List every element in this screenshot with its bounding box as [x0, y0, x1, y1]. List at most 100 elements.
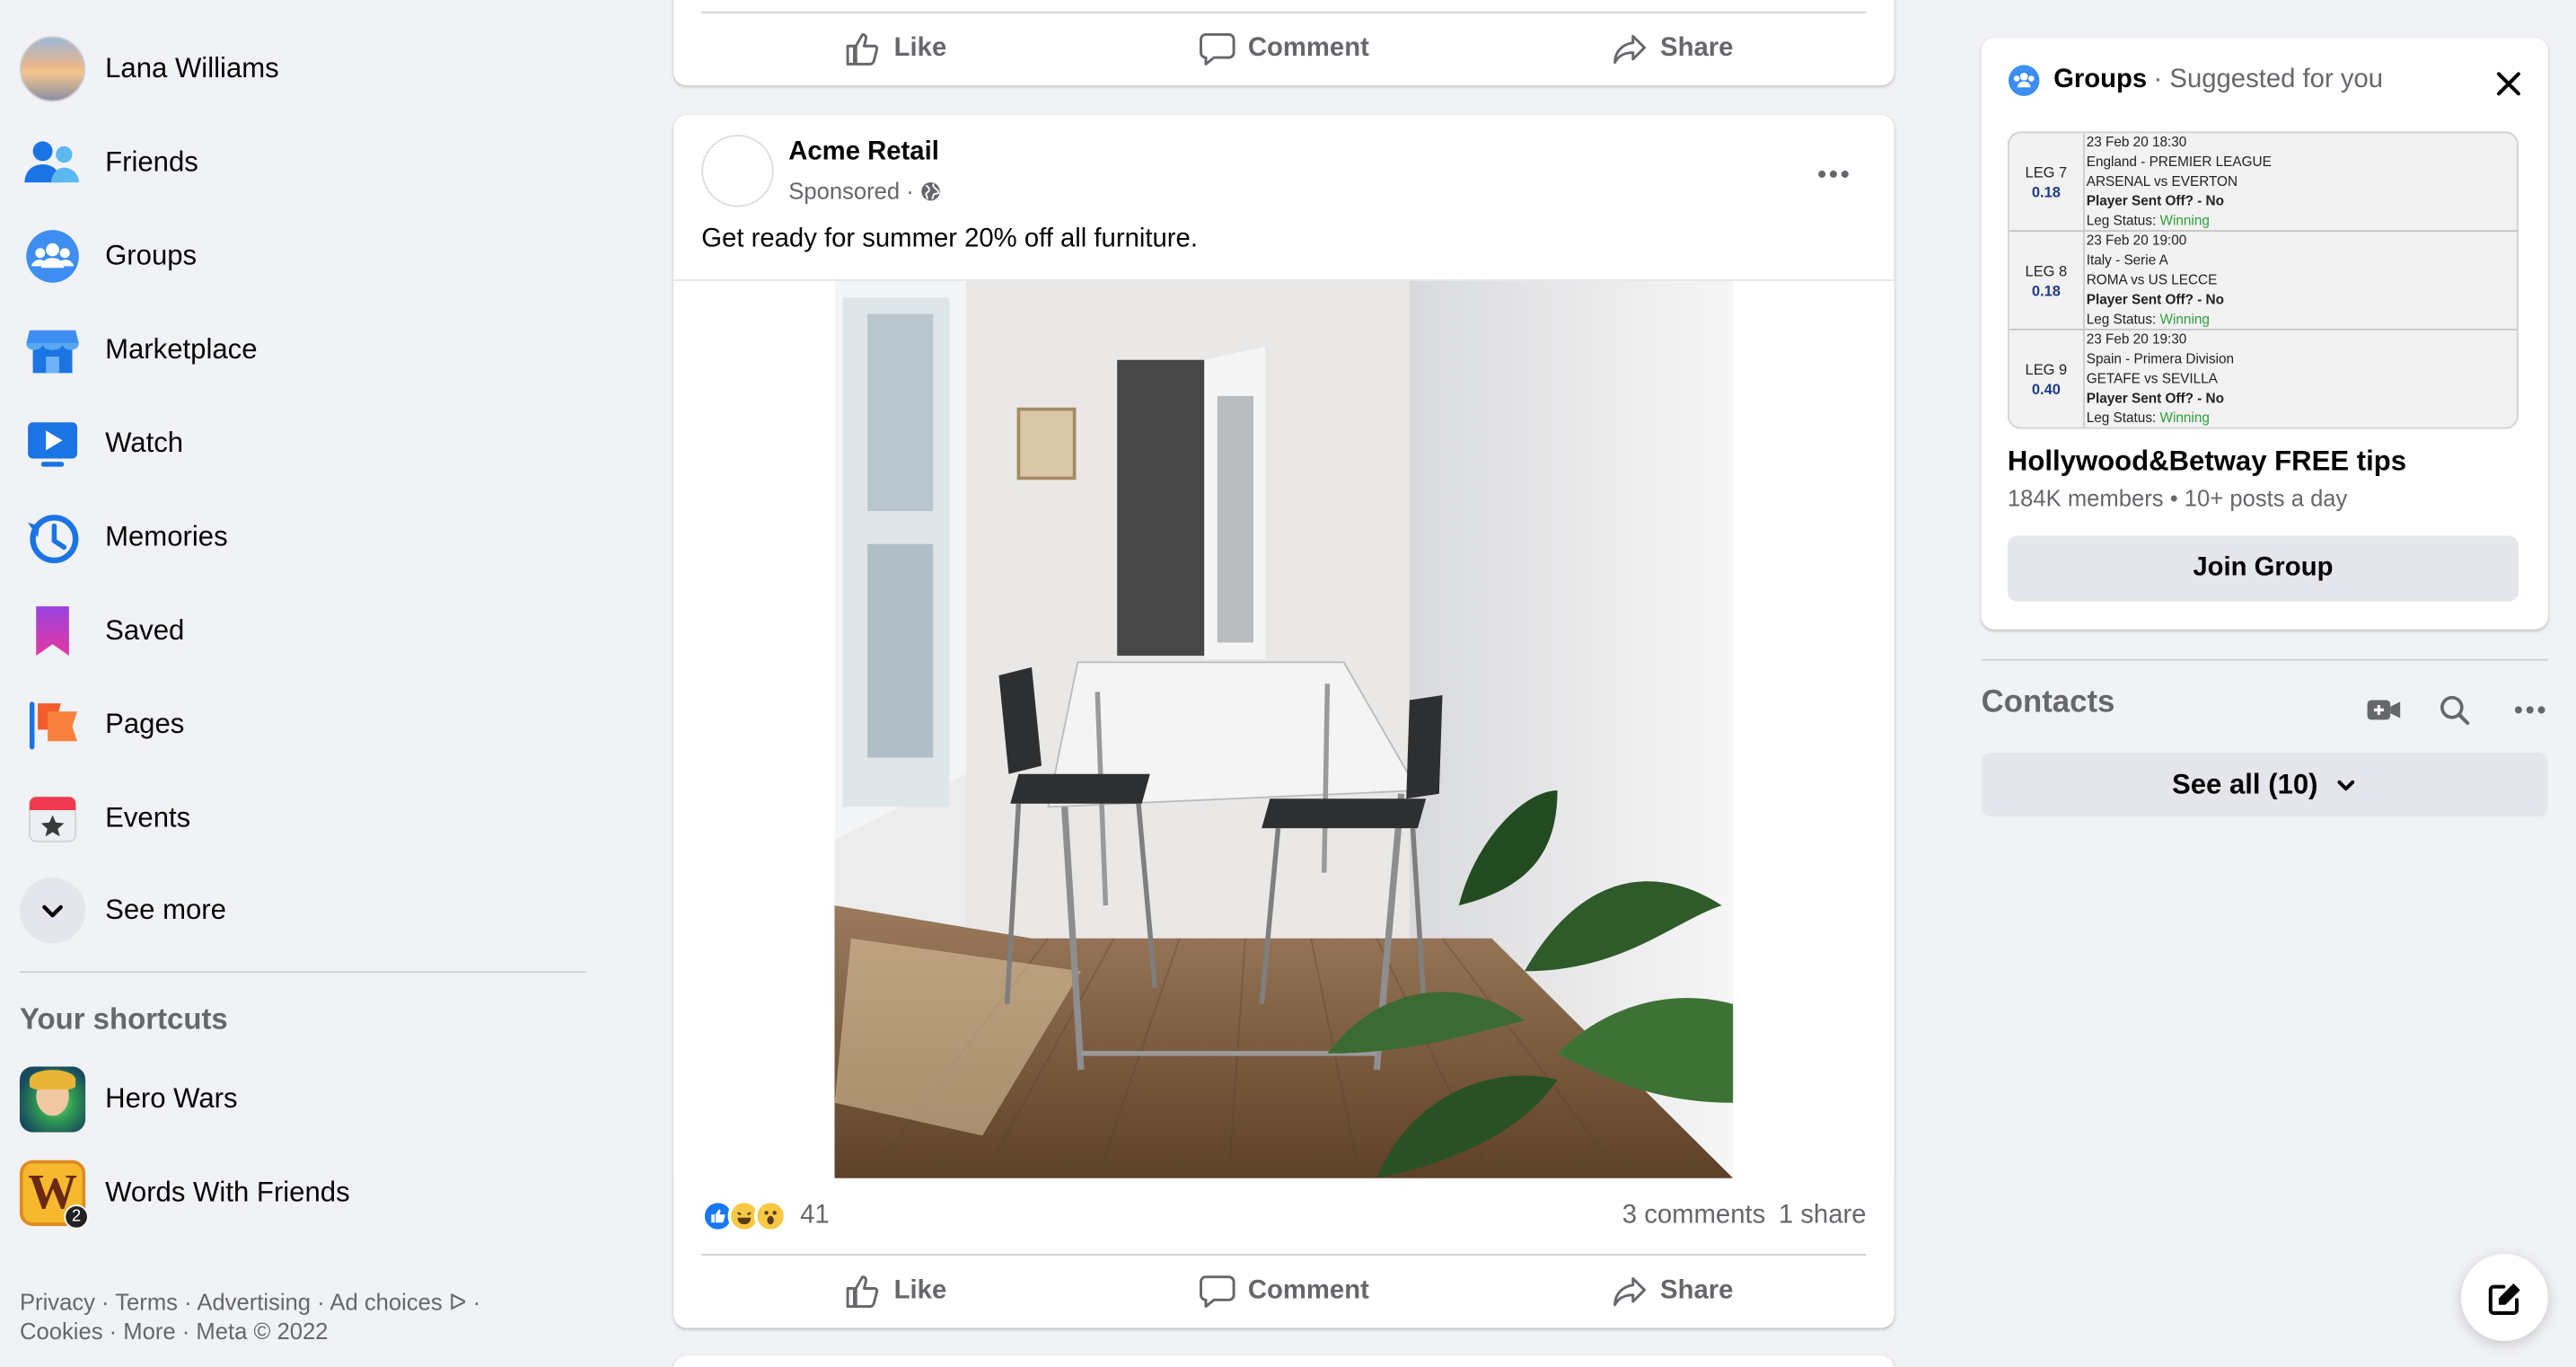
shortcut-label: Words With Friends [105, 1177, 350, 1208]
groups-title: Groups [2053, 66, 2148, 94]
sidebar-item-marketplace[interactable]: Marketplace [16, 309, 591, 391]
new-message-button[interactable] [2460, 1254, 2548, 1342]
reactions-bar: 41 3 comments 1 share [701, 1195, 1867, 1238]
comments-count[interactable]: 3 comments [1622, 1202, 1765, 1231]
chevron-down-icon [2337, 780, 2354, 790]
sidebar-item-label: Groups [105, 240, 198, 271]
groups-icon [20, 224, 85, 289]
marketplace-icon [20, 317, 85, 383]
share-label: Share [1660, 33, 1734, 62]
post-author[interactable]: Acme Retail [788, 138, 939, 168]
sidebar-item-pages[interactable]: Pages [16, 684, 591, 765]
post-actions: Like Comment Share [701, 1254, 1867, 1327]
sidebar-item-label: Friends [105, 146, 198, 178]
left-sidebar: Lana Williams Friends Groups Marketplace… [0, 0, 608, 1367]
sidebar-item-label: Watch [105, 427, 184, 459]
comment-icon [1199, 1274, 1235, 1308]
see-all-label: See all (10) [2172, 768, 2318, 800]
shortcuts-title: Your shortcuts [19, 1002, 228, 1036]
sidebar-item-memories[interactable]: Memories [16, 497, 591, 578]
share-label: Share [1660, 1275, 1734, 1304]
suggested-group-card: Groups · Suggested for you LEG 7 0.18 23 … [1981, 38, 2548, 630]
like-button[interactable]: Like [701, 1256, 1089, 1327]
share-button[interactable]: Share [1478, 1256, 1866, 1327]
sidebar-item-events[interactable]: Events [16, 777, 591, 859]
thumbs-up-icon [846, 1274, 879, 1308]
wow-reaction-icon [753, 1199, 787, 1233]
post-subtitle: Sponsored · [788, 178, 942, 204]
sidebar-item-friends[interactable]: Friends [16, 121, 591, 203]
sidebar-item-label: Lana Williams [105, 52, 279, 84]
shares-count[interactable]: 1 share [1779, 1202, 1867, 1231]
sidebar-item-profile[interactable]: Lana Williams [16, 28, 591, 110]
more-options-icon[interactable] [1804, 158, 1863, 191]
bet-leg: LEG 8 0.18 23 Feb 20 19:00 Italy - Serie … [2009, 231, 2518, 331]
events-icon [20, 786, 85, 851]
search-icon[interactable] [2435, 690, 2475, 729]
like-button[interactable]: Like [701, 13, 1089, 84]
new-room-icon[interactable] [2364, 690, 2404, 729]
shortcut-label: Hero Wars [105, 1082, 238, 1115]
pages-icon [20, 692, 85, 757]
sidebar-item-label: Memories [105, 521, 228, 552]
sidebar-item-label: Marketplace [105, 333, 258, 366]
sidebar-divider [19, 971, 587, 974]
suggested-subtitle: · Suggested for you [2153, 66, 2384, 94]
footer-line-1[interactable]: Privacy · Terms · Advertising · Ad choic… [20, 1287, 578, 1317]
share-icon [1613, 1276, 1646, 1306]
hero-wars-icon [19, 1066, 86, 1133]
sidebar-item-label: Events [105, 801, 191, 833]
right-divider [1981, 658, 2548, 661]
friends-icon [20, 130, 85, 196]
like-label: Like [893, 33, 947, 62]
facebook-feed-page: Lana Williams Friends Groups Marketplace… [0, 0, 2576, 1367]
share-button[interactable]: Share [1478, 13, 1866, 84]
thumbs-up-icon [846, 32, 879, 65]
suggested-group-header: Groups · Suggested for you [2008, 64, 2383, 97]
footer-links[interactable]: Privacy · Terms · Advertising · Ad choic… [20, 1287, 578, 1346]
more-options-icon[interactable] [2510, 690, 2550, 729]
contacts-title: Contacts [1981, 684, 2115, 720]
sidebar-item-label: Pages [105, 708, 185, 740]
sidebar-item-see-more[interactable]: See more [16, 869, 591, 951]
comment-label: Comment [1247, 33, 1369, 62]
groups-icon [2008, 65, 2040, 96]
post-text: Get ready for summer 20% off all furnitu… [701, 225, 1198, 253]
comment-label: Comment [1247, 1275, 1369, 1304]
like-label: Like [893, 1275, 947, 1304]
reaction-count[interactable]: 41 [800, 1202, 830, 1231]
chevron-down-icon [19, 878, 86, 944]
post-image[interactable] [834, 280, 1734, 1178]
sidebar-item-label: Saved [105, 614, 185, 647]
group-thumbnail[interactable]: LEG 7 0.18 23 Feb 20 18:30 England - PREM… [2007, 131, 2519, 429]
footer-line-2[interactable]: Cookies · More · Meta © 2022 [20, 1317, 578, 1346]
group-meta: 184K members • 10+ posts a day [2007, 484, 2348, 512]
sidebar-item-groups[interactable]: Groups [16, 216, 591, 297]
sponsored-label[interactable]: Sponsored · [788, 178, 914, 204]
watch-icon [20, 410, 85, 476]
sidebar-item-saved[interactable]: Saved [16, 590, 591, 672]
group-name[interactable]: Hollywood&Betway FREE tips [2008, 445, 2406, 479]
engagement-stats: 3 comments 1 share [1622, 1202, 1867, 1231]
see-all-contacts-button[interactable]: See all (10) [1981, 753, 2548, 817]
comment-button[interactable]: Comment [1090, 13, 1478, 84]
compose-icon [2487, 1283, 2519, 1315]
close-icon[interactable] [2492, 67, 2526, 101]
notification-badge: 2 [64, 1204, 89, 1230]
post-image-area [673, 279, 1895, 1178]
reaction-icons[interactable] [701, 1199, 787, 1233]
bet-leg: LEG 9 0.40 23 Feb 20 19:30 Spain - Primer… [2009, 330, 2517, 428]
post-header: Acme Retail Sponsored · [701, 135, 1866, 214]
shortcut-words-with-friends[interactable]: W 2 Words With Friends [16, 1152, 591, 1234]
join-group-button[interactable]: Join Group [2007, 535, 2519, 602]
previous-post-card: Like Comment Share [673, 0, 1895, 86]
memories-icon [20, 505, 85, 570]
sidebar-item-watch[interactable]: Watch [16, 402, 591, 484]
post-actions: Like Comment Share [701, 11, 1867, 84]
comment-button[interactable]: Comment [1090, 1256, 1478, 1327]
sidebar-item-label: See more [105, 894, 226, 926]
shortcut-hero-wars[interactable]: Hero Wars [16, 1058, 591, 1140]
bet-leg: LEG 7 0.18 23 Feb 20 18:30 England - PREM… [2009, 133, 2518, 232]
page-avatar[interactable] [701, 135, 774, 207]
globe-icon [921, 181, 941, 200]
